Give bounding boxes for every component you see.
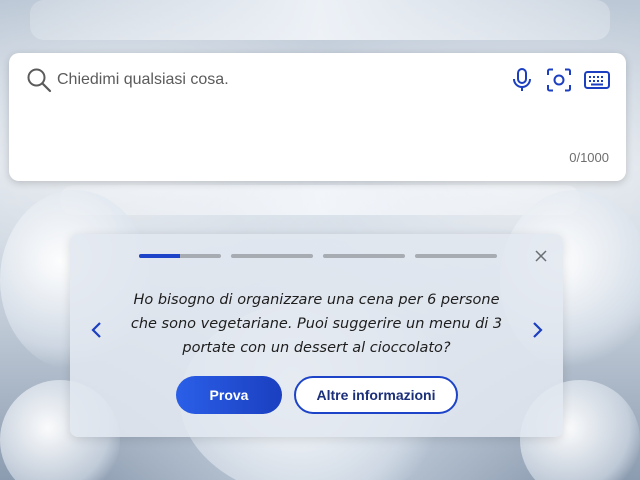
search-box: 0/1000	[9, 53, 626, 181]
try-button[interactable]: Prova	[176, 376, 282, 414]
suggestion-card: Ho bisogno di organizzare una cena per 6…	[70, 234, 563, 437]
keyboard-icon[interactable]	[582, 66, 612, 94]
progress-segment	[231, 254, 313, 258]
close-icon[interactable]	[533, 248, 549, 264]
progress-segment	[415, 254, 497, 258]
frost-decoration	[60, 185, 580, 215]
character-counter: 0/1000	[569, 150, 609, 165]
learn-more-button[interactable]: Altre informazioni	[294, 376, 458, 414]
prompt-text: Ho bisogno di organizzare una cena per 6…	[130, 292, 503, 356]
microphone-icon[interactable]	[508, 66, 536, 94]
progress-fill	[139, 254, 180, 258]
search-input[interactable]	[57, 66, 497, 94]
chevron-left-icon[interactable]	[87, 320, 107, 340]
camera-icon[interactable]	[545, 66, 573, 94]
frost-decoration	[30, 0, 610, 40]
progress-indicator	[139, 254, 497, 258]
progress-segment	[139, 254, 221, 258]
search-icon	[26, 67, 52, 93]
progress-segment	[323, 254, 405, 258]
chevron-right-icon[interactable]	[527, 320, 547, 340]
